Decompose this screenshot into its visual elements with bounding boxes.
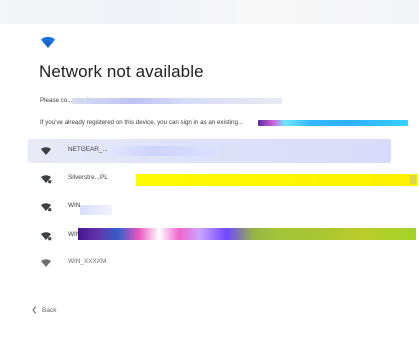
screen-artifact — [80, 205, 112, 215]
back-label: Back — [42, 306, 57, 314]
network-item[interactable]: WIN_XXXXM — [28, 251, 391, 267]
chevron-left-icon — [32, 306, 36, 314]
screen-artifact — [78, 228, 416, 240]
wifi-icon — [41, 203, 52, 212]
screen-artifact — [258, 120, 408, 126]
screen-artifact — [410, 175, 416, 184]
page-title: Network not available — [39, 62, 204, 81]
network-name: NETGEAR_... — [68, 146, 108, 153]
wifi-icon — [41, 175, 52, 184]
network-name: WIN_XXXXM — [68, 258, 107, 265]
wifi-icon — [41, 259, 51, 267]
screen-artifact — [72, 98, 282, 104]
existing-account-text: If you've already registered on this dev… — [40, 119, 244, 126]
top-bar-artifacts — [0, 0, 419, 24]
screen-artifact — [136, 174, 418, 186]
network-name: Silverstre...PL — [68, 174, 108, 181]
wifi-icon — [41, 147, 51, 155]
back-button[interactable]: Back — [31, 306, 56, 314]
wifi-icon — [41, 36, 55, 48]
wifi-icon — [41, 232, 52, 241]
screen-artifact — [108, 146, 218, 156]
